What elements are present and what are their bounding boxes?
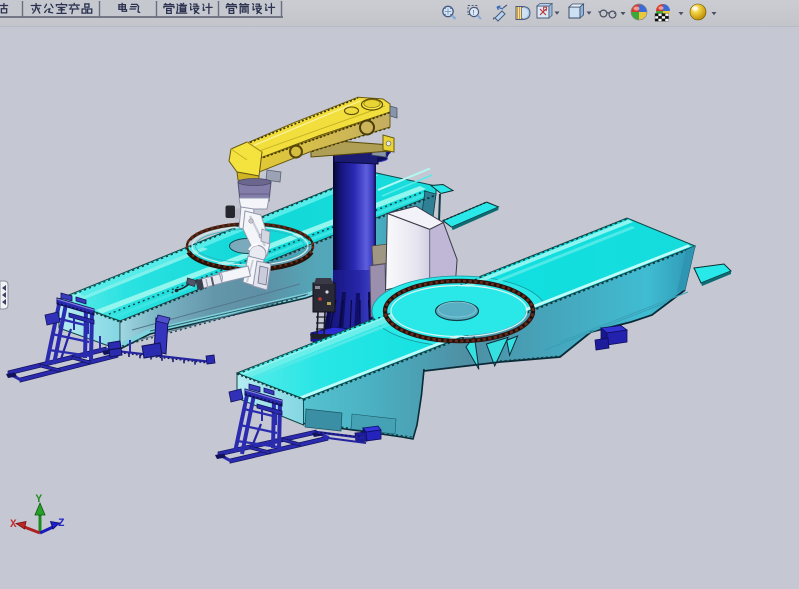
svg-text:Y: Y — [36, 494, 43, 506]
svg-text:X: X — [10, 519, 17, 531]
svg-text:!: ! — [472, 8, 474, 17]
svg-text:Z: Z — [58, 518, 65, 530]
